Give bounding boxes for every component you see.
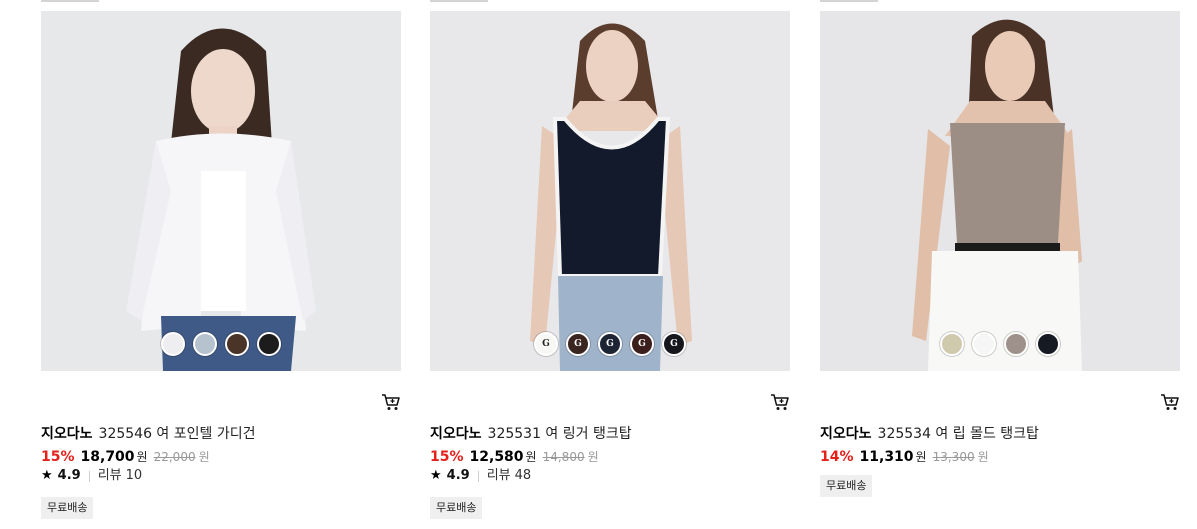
color-swatch[interactable]: G [662, 332, 686, 356]
color-swatch[interactable]: G [534, 332, 558, 356]
star-icon: ★ [41, 468, 53, 483]
currency-unit: 원 [136, 450, 148, 464]
rating-line: ★ 4.9 리뷰 10 [41, 467, 142, 485]
original-price: 14,800 [542, 450, 585, 464]
add-to-cart-button[interactable] [381, 392, 401, 412]
currency-unit: 원 [915, 450, 927, 464]
original-currency-unit: 원 [587, 450, 599, 464]
currency-unit: 원 [525, 450, 537, 464]
add-to-cart-button[interactable] [770, 392, 790, 412]
rating-value: 4.9 [446, 468, 470, 483]
discount-rate: 15% [41, 449, 75, 465]
color-swatch[interactable]: G [598, 332, 622, 356]
price-line: 14% 11,310 원 13,300 원 [820, 447, 989, 467]
color-swatch[interactable] [225, 332, 249, 356]
discount-rate: 14% [820, 449, 854, 465]
add-to-cart-button[interactable] [1160, 392, 1180, 412]
original-currency-unit: 원 [977, 450, 989, 464]
color-swatch[interactable] [1036, 332, 1060, 356]
color-swatch[interactable] [940, 332, 964, 356]
product-card[interactable]: 지오다노 325546 여 포인텔 가디건 15% 18,700 원 22,000 원 ★… [41, 0, 401, 529]
product-photo [430, 11, 790, 371]
price-line: 15% 12,580 원 14,800 원 [430, 447, 599, 467]
product-image[interactable] [41, 11, 401, 371]
review-count: 10 [125, 468, 143, 483]
color-swatches [41, 332, 401, 356]
color-swatch[interactable]: G [566, 332, 590, 356]
review-count: 48 [514, 468, 532, 483]
product-image[interactable] [820, 11, 1180, 371]
sale-price: 11,310 [859, 449, 914, 465]
review-label: 리뷰 [97, 468, 122, 483]
color-swatches [820, 332, 1180, 356]
divider [477, 470, 479, 482]
sale-price: 12,580 [469, 449, 524, 465]
product-photo [41, 11, 401, 371]
discount-rate: 15% [430, 449, 464, 465]
cart-icon [382, 394, 400, 410]
color-swatch[interactable] [257, 332, 281, 356]
brand-name: 지오다노 [430, 426, 482, 442]
cart-icon [771, 394, 789, 410]
cart-icon [1161, 394, 1179, 410]
free-shipping-badge: 무료배송 [820, 475, 873, 497]
product-name: 325546 여 포인텔 가디건 [98, 426, 256, 442]
product-card[interactable]: 지오다노 325534 여 립 몰드 탱크탑 14% 11,310 원 13,300 원 … [820, 0, 1180, 529]
divider [88, 470, 90, 482]
color-swatch[interactable] [161, 332, 185, 356]
product-photo [820, 11, 1180, 371]
free-shipping-badge: 무료배송 [430, 497, 483, 519]
color-swatches: G G G G G [430, 332, 790, 356]
divider [820, 0, 878, 2]
brand-name: 지오다노 [820, 426, 872, 442]
product-name: 325534 여 립 몰드 탱크탑 [877, 426, 1039, 442]
product-image[interactable] [430, 11, 790, 371]
sale-price: 18,700 [80, 449, 135, 465]
product-title[interactable]: 지오다노 325546 여 포인텔 가디건 [41, 424, 256, 444]
divider [41, 0, 99, 2]
original-currency-unit: 원 [198, 450, 210, 464]
product-card[interactable]: G G G G G 지오다노 325531 여 링거 탱크탑 15% 12,580 원… [430, 0, 790, 529]
star-icon: ★ [430, 468, 442, 483]
divider [430, 0, 488, 2]
rating-line: ★ 4.9 리뷰 48 [430, 467, 531, 485]
price-line: 15% 18,700 원 22,000 원 [41, 447, 210, 467]
product-title[interactable]: 지오다노 325531 여 링거 탱크탑 [430, 424, 632, 444]
color-swatch[interactable] [1004, 332, 1028, 356]
rating-value: 4.9 [57, 468, 81, 483]
product-name: 325531 여 링거 탱크탑 [487, 426, 632, 442]
color-swatch[interactable] [193, 332, 217, 356]
original-price: 22,000 [153, 450, 196, 464]
brand-name: 지오다노 [41, 426, 93, 442]
color-swatch[interactable] [972, 332, 996, 356]
product-title[interactable]: 지오다노 325534 여 립 몰드 탱크탑 [820, 424, 1039, 444]
review-label: 리뷰 [486, 468, 511, 483]
color-swatch[interactable]: G [630, 332, 654, 356]
original-price: 13,300 [932, 450, 975, 464]
free-shipping-badge: 무료배송 [41, 497, 94, 519]
